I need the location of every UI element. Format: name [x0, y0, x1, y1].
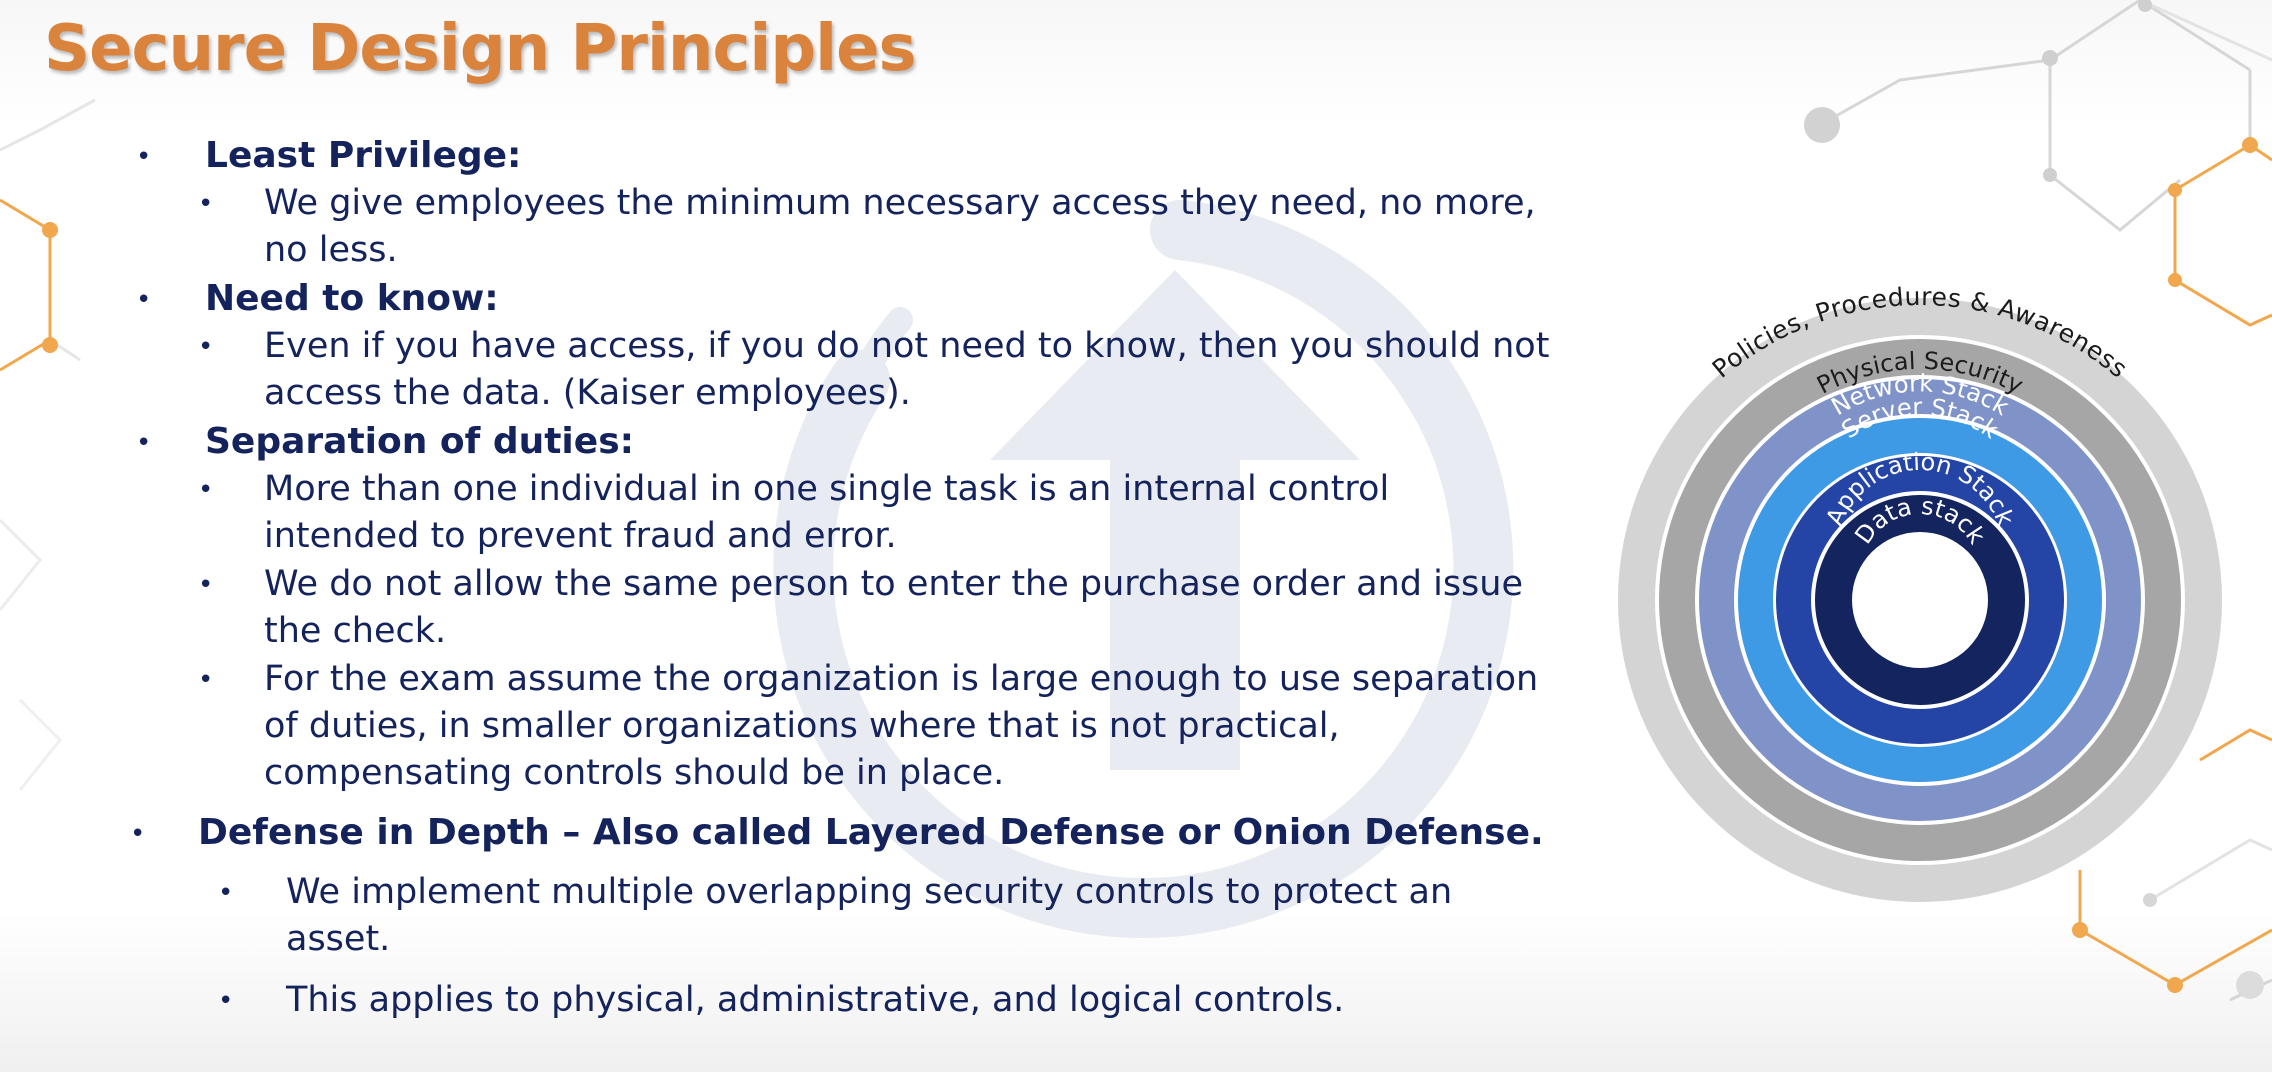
slide-body: • Least Privilege: • We give employees t…	[0, 0, 1600, 1072]
bullet-marker: •	[136, 428, 152, 458]
least-privilege-text: We give employees the minimum necessary …	[264, 183, 1536, 223]
defense-in-depth-heading: Defense in Depth – Also called Layered D…	[198, 812, 1544, 853]
separation-text: intended to prevent fraud and error.	[264, 516, 897, 556]
onion-defense-diagram: Policies, Procedures & Awareness Physica…	[1618, 282, 2222, 902]
bullet-marker: •	[198, 475, 214, 505]
least-privilege-heading: Least Privilege:	[205, 135, 522, 176]
need-to-know-heading: Need to know:	[205, 278, 499, 319]
bullet-marker: •	[130, 819, 146, 849]
bullet-marker: •	[198, 189, 214, 219]
bullet-marker: •	[198, 570, 214, 600]
defense-in-depth-text: We implement multiple overlapping securi…	[286, 872, 1453, 912]
least-privilege-text: no less.	[264, 230, 398, 270]
separation-heading: Separation of duties:	[205, 421, 635, 462]
onion-core	[1852, 532, 1988, 668]
bullet-marker: •	[136, 142, 152, 172]
bullet-marker: •	[218, 986, 234, 1016]
bullet-marker: •	[218, 878, 234, 908]
separation-text: For the exam assume the organization is …	[264, 659, 1539, 699]
separation-text: We do not allow the same person to enter…	[264, 564, 1524, 604]
bullet-marker: •	[198, 665, 214, 695]
separation-text: More than one individual in one single t…	[264, 469, 1390, 509]
defense-in-depth-text: asset.	[286, 919, 391, 959]
need-to-know-text: access the data. (Kaiser employees).	[264, 373, 911, 413]
separation-text: compensating controls should be in place…	[264, 753, 1005, 793]
bullet-marker: •	[136, 285, 152, 315]
need-to-know-text: Even if you have access, if you do not n…	[264, 326, 1550, 366]
bullet-marker: •	[198, 332, 214, 362]
slide: Secure Design Principles • Least Privile…	[0, 0, 2272, 1072]
separation-text: the check.	[264, 611, 447, 651]
separation-text: of duties, in smaller organizations wher…	[264, 706, 1340, 746]
defense-in-depth-text: This applies to physical, administrative…	[286, 980, 1345, 1020]
